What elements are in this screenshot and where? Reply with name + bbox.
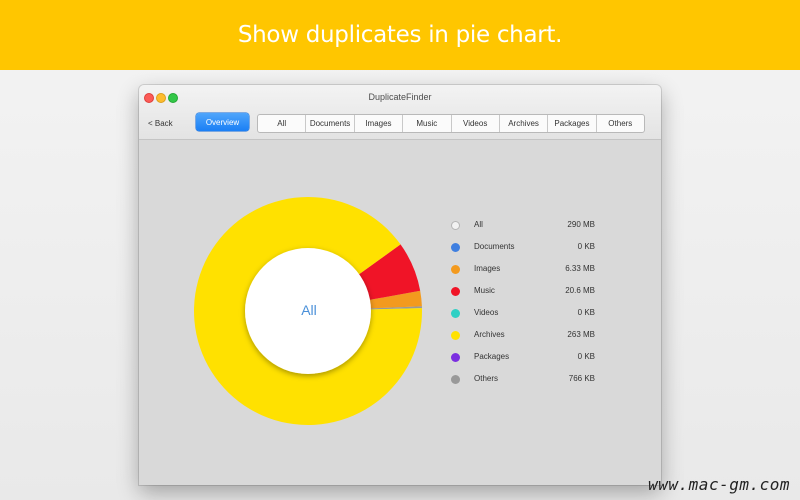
legend-label: Music [474,286,495,295]
legend-label: Documents [474,242,515,251]
legend-item-others: Others 766 KB [449,371,609,393]
legend-label: Images [474,264,501,273]
tab-documents[interactable]: Documents [305,115,353,132]
legend-label: Others [474,374,499,383]
legend-size: 0 KB [577,308,595,317]
legend-dot [451,265,460,274]
tab-images[interactable]: Images [353,115,402,132]
legend-dot [451,331,460,340]
legend-item-documents: Documents 0 KB [449,239,609,261]
legend-size: 766 KB [568,374,595,383]
legend-dot [451,221,460,230]
tab-archives[interactable]: Archives [498,115,547,132]
window-titlebar: DuplicateFinder < Back Overview All Docu… [139,85,661,140]
chart-legend: All 290 MB Documents 0 KB Images 6.33 MB… [449,217,609,393]
banner-caption: Show duplicates in pie chart. [237,22,563,48]
legend-size: 263 MB [567,330,595,339]
promo-banner: Show duplicates in pie chart. [0,0,800,70]
tab-music[interactable]: Music [402,115,450,132]
legend-size: 0 KB [577,352,595,361]
category-segmented-control: All Documents Images Music Videos Archiv… [257,114,645,133]
tab-videos[interactable]: Videos [450,115,499,132]
legend-size: 20.6 MB [565,286,595,295]
window-title: DuplicateFinder [368,92,432,102]
legend-item-images: Images 6.33 MB [449,261,609,283]
legend-label: Packages [474,352,510,361]
tab-all[interactable]: All [258,115,305,132]
back-button[interactable]: < Back [148,119,173,128]
legend-item-archives: Archives 263 MB [449,327,609,349]
legend-item-packages: Packages 0 KB [449,349,609,371]
legend-label: Videos [474,308,499,317]
legend-item-music: Music 20.6 MB [449,283,609,305]
legend-label: All [474,220,483,229]
legend-dot [451,243,460,252]
legend-dot [451,309,460,318]
duplicates-donut-chart: All [194,195,424,426]
tab-packages[interactable]: Packages [547,115,595,132]
legend-label: Archives [474,330,505,339]
legend-dot [451,375,460,384]
legend-size: 290 MB [567,220,595,229]
donut-svg [194,197,422,426]
legend-dot [451,287,460,296]
legend-size: 0 KB [577,242,595,251]
app-window: DuplicateFinder < Back Overview All Docu… [139,85,661,485]
legend-item-all: All 290 MB [449,217,609,239]
site-watermark: www.mac-gm.com [648,475,790,494]
legend-item-videos: Videos 0 KB [449,305,609,327]
legend-size: 6.33 MB [565,264,595,273]
tab-others[interactable]: Others [595,115,644,132]
donut-hole [245,248,371,374]
legend-dot [451,353,460,362]
overview-button[interactable]: Overview [196,113,249,131]
